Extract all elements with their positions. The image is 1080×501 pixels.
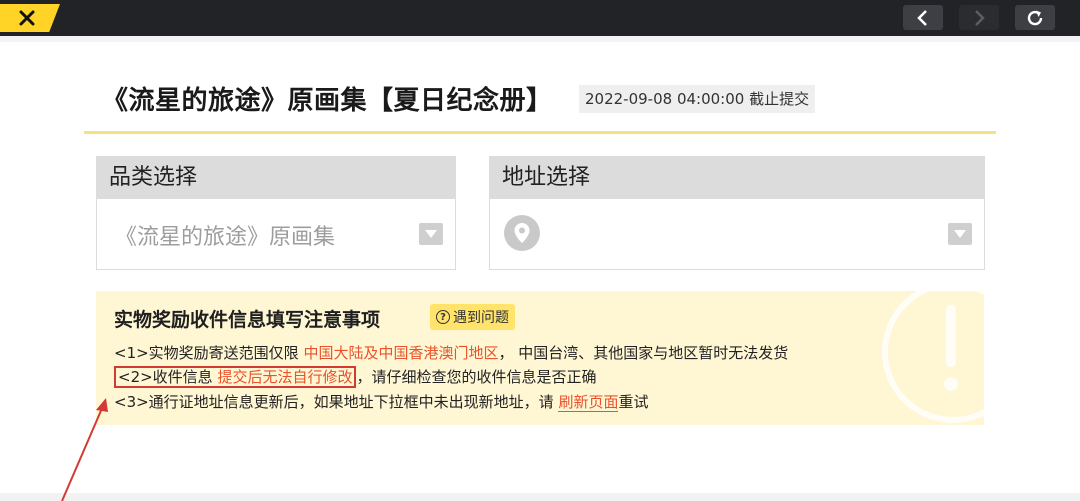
annotation-arrow (61, 398, 108, 501)
